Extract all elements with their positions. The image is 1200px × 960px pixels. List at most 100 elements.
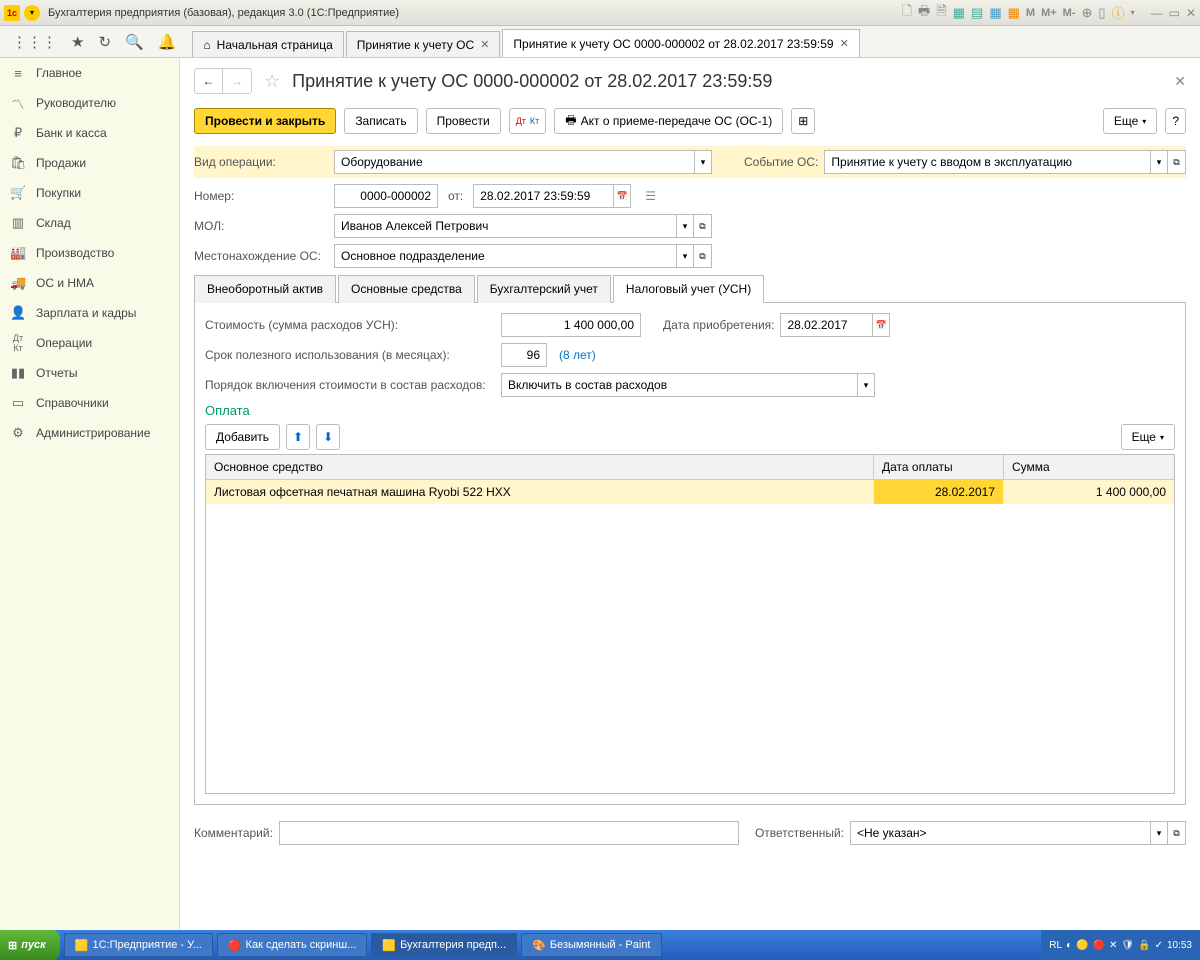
m-button[interactable]: M (1026, 7, 1035, 19)
post-and-close-button[interactable]: Провести и закрыть (194, 108, 336, 134)
tray-icon[interactable]: 🔒 (1138, 940, 1150, 951)
calendar-icon[interactable]: 📅 (872, 313, 890, 337)
useful-life-field[interactable] (501, 343, 547, 367)
lang-indicator[interactable]: RL (1049, 940, 1062, 951)
sidebar-item-salary[interactable]: 👤Зарплата и кадры (0, 298, 179, 328)
tab-close-icon[interactable]: ✕ (480, 38, 489, 51)
tray-icon[interactable]: 🛡 (1121, 940, 1134, 951)
nav-back-button[interactable]: ← (195, 69, 223, 93)
maximize-button[interactable]: ▭ (1169, 6, 1180, 20)
zoom-icon[interactable]: ⊕ (1082, 5, 1093, 21)
write-button[interactable]: Записать (344, 108, 417, 134)
post-button[interactable]: Провести (426, 108, 501, 134)
move-down-button[interactable]: ⬇ (316, 424, 340, 450)
dropdown-icon[interactable]: ▾ (676, 214, 694, 238)
tray-icon[interactable]: ✓ (1155, 940, 1163, 951)
file-icon[interactable]: 🗋 (902, 2, 912, 24)
clock[interactable]: 10:53 (1167, 940, 1192, 951)
help-dropdown-icon[interactable]: ▾ (1131, 8, 1135, 17)
tray-icon[interactable]: ✕ (1109, 940, 1117, 951)
doc-icon[interactable]: 🗎 (936, 2, 946, 24)
responsible-field[interactable] (850, 821, 1150, 845)
sidebar-item-operations[interactable]: ДтКтОперации (0, 328, 179, 358)
tab-fixed-assets[interactable]: Основные средства (338, 275, 475, 303)
operation-type-field[interactable] (334, 150, 694, 174)
more-button[interactable]: Еще ▾ (1103, 108, 1157, 134)
open-icon[interactable]: ⧉ (1168, 821, 1186, 845)
table-icon[interactable]: ▦ (953, 5, 965, 21)
mol-field[interactable] (334, 214, 676, 238)
tab-noncurrent-asset[interactable]: Внеоборотный актив (194, 275, 336, 303)
help-button[interactable]: ? (1165, 108, 1186, 134)
open-icon[interactable]: ⧉ (694, 244, 712, 268)
col-header-sum[interactable]: Сумма (1004, 455, 1174, 479)
m-minus-button[interactable]: M- (1063, 7, 1076, 19)
useful-life-hint[interactable]: (8 лет) (559, 348, 596, 362)
tab-tax-usn[interactable]: Налоговый учет (УСН) (613, 275, 764, 303)
tab-close-icon[interactable]: ✕ (840, 37, 849, 50)
dtkt-button[interactable]: ДтКт (509, 108, 547, 134)
apps-icon[interactable]: ⋮⋮⋮ (12, 33, 57, 51)
calendar-icon[interactable]: 📅 (613, 184, 631, 208)
nav-forward-button[interactable]: → (223, 69, 251, 93)
dropdown-icon[interactable]: ▾ (676, 244, 694, 268)
event-os-field[interactable] (824, 150, 1150, 174)
favorite-star-icon[interactable]: ☆ (264, 71, 280, 92)
help-icon[interactable]: ⓘ (1112, 3, 1125, 22)
sidebar-item-purchases[interactable]: 🛒Покупки (0, 178, 179, 208)
sidebar-item-admin[interactable]: ⚙Администрирование (0, 418, 179, 448)
star-icon[interactable]: ★ (71, 33, 84, 51)
tray-icon[interactable]: 🟡 (1076, 940, 1088, 951)
sidebar-item-reports[interactable]: ▮▮Отчеты (0, 358, 179, 388)
number-field[interactable] (334, 184, 438, 208)
act-button[interactable]: 🖶Акт о приеме-передаче ОС (ОС-1) (554, 108, 783, 134)
open-icon[interactable]: ⧉ (1168, 150, 1186, 174)
expense-order-field[interactable] (501, 373, 857, 397)
dropdown-icon[interactable]: ▾ (857, 373, 875, 397)
add-button[interactable]: Добавить (205, 424, 280, 450)
dropdown-icon[interactable]: ▾ (694, 150, 712, 174)
cost-field[interactable] (501, 313, 641, 337)
titlebar-dropdown-icon[interactable]: ▾ (24, 5, 40, 21)
sidebar-item-sales[interactable]: 🛍Продажи (0, 148, 179, 178)
location-field[interactable] (334, 244, 676, 268)
close-window-button[interactable]: ✕ (1186, 6, 1196, 20)
sidebar-item-warehouse[interactable]: ▥Склад (0, 208, 179, 238)
search-icon[interactable]: 🔍 (125, 33, 144, 51)
acq-date-field[interactable] (780, 313, 872, 337)
tab-doc-1[interactable]: Принятие к учету ОС ✕ (346, 31, 501, 57)
grid-more-button[interactable]: Еще ▾ (1121, 424, 1175, 450)
m-plus-button[interactable]: M+ (1041, 7, 1057, 19)
tray-icon[interactable]: ◐ (1066, 940, 1072, 951)
bell-icon[interactable]: 🔔 (158, 33, 177, 51)
start-button[interactable]: ⊞ пуск (0, 930, 60, 960)
grid-row[interactable]: Листовая офсетная печатная машина Ryobi … (206, 480, 1174, 504)
sidebar-item-catalogs[interactable]: ▭Справочники (0, 388, 179, 418)
task-button[interactable]: 🔴Как сделать скринш... (217, 933, 368, 957)
sidebar-item-production[interactable]: 🏭Производство (0, 238, 179, 268)
tab-accounting[interactable]: Бухгалтерский учет (477, 275, 611, 303)
open-icon[interactable]: ⧉ (694, 214, 712, 238)
history-icon[interactable]: ↻ (98, 33, 111, 51)
move-up-button[interactable]: ⬆ (286, 424, 310, 450)
calendar-icon[interactable]: ▦ (1008, 5, 1020, 21)
tray-icon[interactable]: 🔴 (1093, 940, 1105, 951)
structure-button[interactable]: ⊞ (791, 108, 815, 134)
task-button[interactable]: 🟨1С:Предприятие - У... (64, 933, 213, 957)
minimize-button[interactable]: — (1151, 6, 1163, 20)
layout-icon[interactable]: ▯ (1098, 5, 1105, 21)
date-field[interactable] (473, 184, 613, 208)
col-header-os[interactable]: Основное средство (206, 455, 874, 479)
sidebar-item-main[interactable]: ≡Главное (0, 58, 179, 88)
tab-doc-2[interactable]: Принятие к учету ОС 0000-000002 от 28.02… (502, 29, 859, 57)
sidebar-item-bank[interactable]: ₽Банк и касса (0, 118, 179, 148)
dropdown-icon[interactable]: ▾ (1150, 821, 1168, 845)
page-close-button[interactable]: ✕ (1174, 73, 1186, 90)
chart-icon[interactable]: ▤ (971, 5, 983, 21)
col-header-date[interactable]: Дата оплаты (874, 455, 1004, 479)
grid-icon[interactable]: ▦ (989, 5, 1001, 21)
tab-home[interactable]: ⌂ Начальная страница (192, 31, 343, 57)
sidebar-item-os-nma[interactable]: 🚚ОС и НМА (0, 268, 179, 298)
comment-field[interactable] (279, 821, 739, 845)
task-button[interactable]: 🎨Безымянный - Paint (521, 933, 661, 957)
